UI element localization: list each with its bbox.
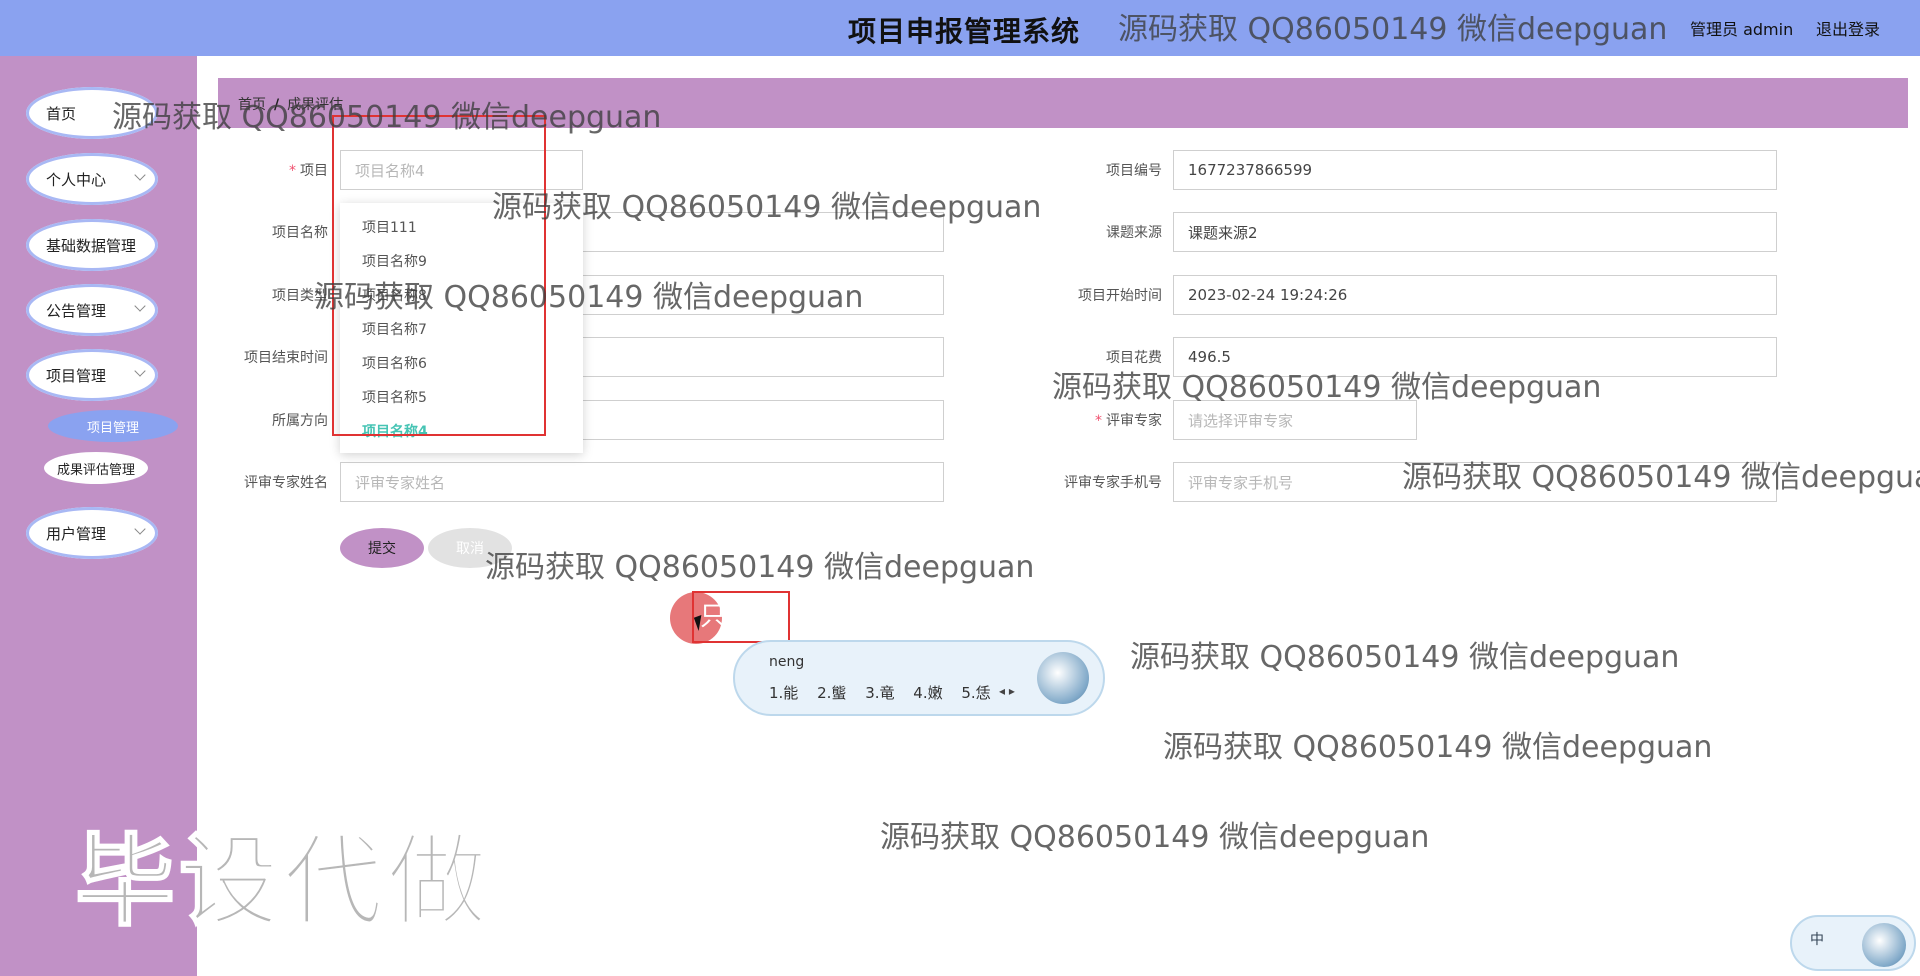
ime-candidate[interactable]: 5.恁 bbox=[961, 684, 990, 702]
ime-logo-icon bbox=[1037, 652, 1089, 704]
watermark: 源码获取 QQ86050149 微信deepgua bbox=[1402, 460, 1920, 495]
project-label: * 项目 bbox=[289, 163, 328, 179]
chevron-down-icon bbox=[134, 169, 146, 181]
project-end-time-label: 项目结束时间 bbox=[244, 350, 328, 366]
ime-status-bar[interactable]: 中 bbox=[1790, 915, 1916, 971]
expert-name-input[interactable]: 评审专家姓名 bbox=[340, 462, 944, 502]
ime-candidate-bar: neng 1.能 2.螚 3.竜 4.嫩 5.恁 ◂ ▸ bbox=[733, 640, 1105, 716]
expert-phone-label: 评审专家手机号 bbox=[1064, 475, 1162, 491]
project-number-input[interactable]: 1677237866599 bbox=[1173, 150, 1777, 190]
project-number-label: 项目编号 bbox=[1106, 163, 1162, 179]
watermark: 源码获取 QQ86050149 微信deepguan bbox=[1118, 12, 1668, 47]
sidebar-item-label: 个人中心 bbox=[46, 170, 107, 189]
expert-select[interactable]: 请选择评审专家 bbox=[1173, 400, 1417, 440]
watermark: 源码获取 QQ86050149 微信deepguan bbox=[1163, 730, 1713, 765]
direction-label: 所属方向 bbox=[272, 413, 328, 429]
project-name-label: 项目名称 bbox=[272, 225, 328, 241]
ime-logo-icon bbox=[1862, 923, 1906, 967]
submit-button[interactable]: 提交 bbox=[340, 528, 424, 568]
expert-name-label: 评审专家姓名 bbox=[244, 475, 328, 491]
ime-candidates: 1.能 2.螚 3.竜 4.嫩 5.恁 bbox=[769, 682, 1005, 703]
sidebar-subitem-result-evaluation[interactable]: 成果评估管理 bbox=[44, 452, 148, 484]
project-type-label: 项目类型 bbox=[272, 288, 328, 304]
sidebar-item-project-management[interactable]: 项目管理 bbox=[26, 349, 158, 401]
sidebar-subitem-label: 成果评估管理 bbox=[56, 462, 135, 478]
ime-candidate[interactable]: 2.螚 bbox=[817, 684, 846, 702]
watermark: 源码获取 QQ86050149 微信deepguan bbox=[485, 550, 1035, 585]
sidebar-subitem-project-management[interactable]: 项目管理 bbox=[48, 410, 178, 442]
ime-candidate[interactable]: 3.竜 bbox=[865, 684, 894, 702]
watermark-big: 毕设代做 bbox=[74, 822, 491, 941]
watermark: 源码获取 QQ86050149 微信deepguan bbox=[492, 190, 1042, 225]
sidebar-item-personal-center[interactable]: 个人中心 bbox=[26, 153, 158, 205]
ime-highlight-box bbox=[692, 591, 790, 643]
ime-candidate[interactable]: 1.能 bbox=[769, 684, 798, 702]
chevron-down-icon bbox=[134, 300, 146, 312]
current-user: 管理员 admin bbox=[1690, 20, 1794, 39]
sidebar-item-label: 首页 bbox=[46, 104, 77, 123]
logout-link[interactable]: 退出登录 bbox=[1816, 16, 1880, 40]
sidebar-item-label: 公告管理 bbox=[46, 301, 107, 320]
ime-page-arrows-icon[interactable]: ◂ ▸ bbox=[999, 684, 1015, 698]
watermark: 源码获取 QQ86050149 微信deepguan bbox=[314, 280, 864, 315]
watermark: 源码获取 QQ86050149 微信deepguan bbox=[1052, 370, 1602, 405]
sidebar-item-announcements[interactable]: 公告管理 bbox=[26, 284, 158, 336]
project-start-time-label: 项目开始时间 bbox=[1078, 288, 1162, 304]
system-title: 项目申报管理系统 bbox=[848, 15, 1081, 48]
ime-candidate[interactable]: 4.嫩 bbox=[913, 684, 942, 702]
watermark: 源码获取 QQ86050149 微信deepguan bbox=[1130, 640, 1680, 675]
topic-source-input[interactable]: 课题来源2 bbox=[1173, 212, 1777, 252]
sidebar-item-label: 基础数据管理 bbox=[46, 236, 137, 255]
sidebar-item-basic-data[interactable]: 基础数据管理 bbox=[26, 219, 158, 271]
watermark: 源码获取 QQ86050149 微信deepguan bbox=[880, 820, 1430, 855]
ime-mode-label: 中 bbox=[1810, 932, 1824, 948]
chevron-down-icon bbox=[134, 523, 146, 535]
sidebar-item-label: 用户管理 bbox=[46, 524, 107, 543]
watermark: 源码获取 QQ86050149 微信deepguan bbox=[112, 100, 662, 135]
chevron-down-icon bbox=[134, 365, 146, 377]
project-start-time-input[interactable]: 2023-02-24 19:24:26 bbox=[1173, 275, 1777, 315]
topic-source-label: 课题来源 bbox=[1106, 225, 1162, 241]
expert-label: * 评审专家 bbox=[1095, 413, 1162, 429]
ime-composition: neng bbox=[769, 654, 805, 670]
sidebar-subitem-label: 项目管理 bbox=[86, 420, 139, 436]
sidebar-item-user-management[interactable]: 用户管理 bbox=[26, 507, 158, 559]
sidebar-item-label: 项目管理 bbox=[46, 366, 107, 385]
